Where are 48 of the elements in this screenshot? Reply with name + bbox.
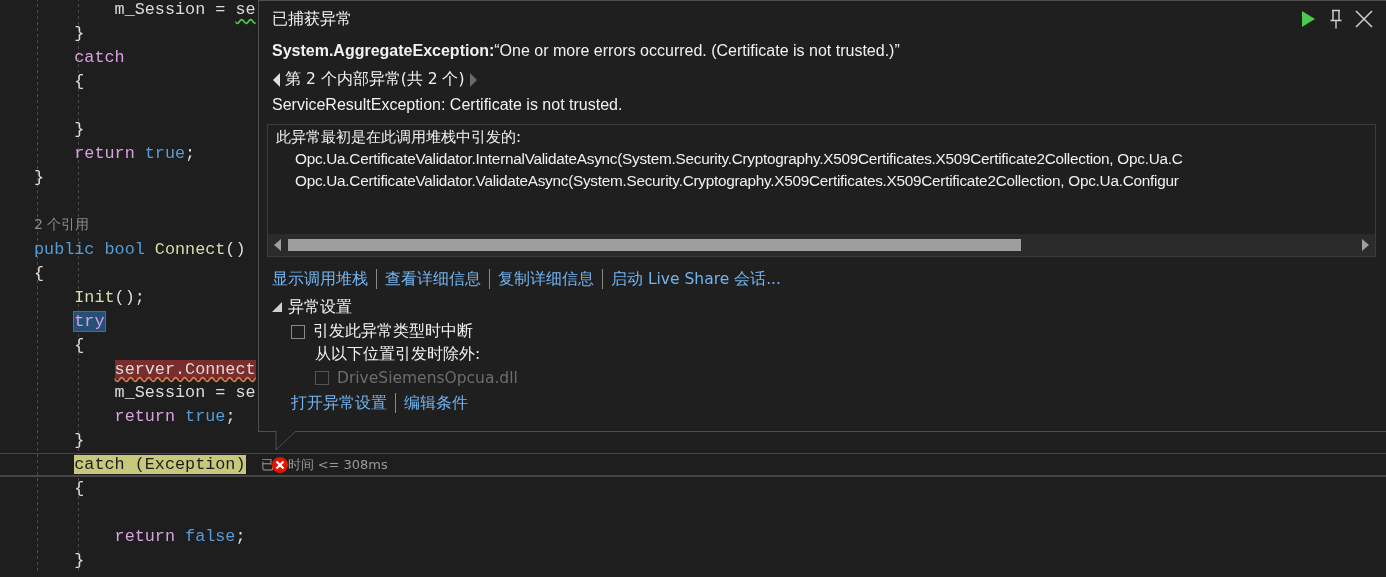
code-line: } bbox=[73, 551, 85, 571]
play-icon bbox=[1300, 10, 1316, 28]
expanded-icon[interactable] bbox=[272, 302, 282, 312]
code-line: { bbox=[34, 263, 45, 283]
exception-label: 从以下位置引发时除外: bbox=[315, 344, 481, 365]
code-line: catch bbox=[73, 48, 125, 68]
right-arrow-icon bbox=[468, 72, 477, 87]
code-line: { bbox=[73, 335, 85, 355]
stack-frame[interactable]: Opc.Ua.CertificateValidator.InternalValidateAsync(System.Security.Cryptography.X509Certificates.X509Certificate2Collection, Opc.Ua.C bbox=[295, 150, 1183, 167]
code-line: public bool Connect() bbox=[34, 239, 246, 259]
inner-exception-label: 第 2 个内部异常(共 2 个) bbox=[285, 69, 465, 90]
close-icon bbox=[1355, 10, 1373, 28]
stack-header: 此异常最初是在此调用堆栈中引发的: bbox=[276, 127, 523, 148]
code-line: { bbox=[73, 479, 85, 499]
reference-count[interactable]: 2 个引用 bbox=[34, 216, 90, 235]
code-line: m_Session = se bbox=[113, 383, 256, 403]
checkbox-label: DriveSiemensOpcua.dll bbox=[337, 368, 518, 387]
perf-tip: 时间 <= 308ms bbox=[287, 455, 388, 474]
stack-frame[interactable]: Opc.Ua.CertificateValidator.ValidateAsync(System.Security.Cryptography.X509Certificates.X509Certificate2Collection, Opc.Ua.Configur bbox=[295, 172, 1179, 189]
code-line: { bbox=[73, 72, 85, 92]
code-line: } bbox=[73, 120, 85, 140]
code-line: m_Session = se bbox=[113, 0, 256, 20]
code-line: return false; bbox=[113, 527, 246, 547]
checkbox[interactable] bbox=[291, 324, 305, 339]
inner-exception-message: ServiceResultException: Certificate is not trusted. bbox=[272, 95, 624, 115]
code-line: return true; bbox=[113, 407, 236, 427]
action-link[interactable]: 启动 Live Share 会话... bbox=[611, 268, 781, 290]
action-link[interactable]: 复制详细信息 bbox=[498, 268, 594, 290]
pin-icon bbox=[1329, 9, 1343, 29]
action-link[interactable]: 打开异常设置 bbox=[291, 392, 387, 414]
scroll-thumb[interactable] bbox=[288, 239, 1021, 251]
action-link[interactable]: 显示调用堆栈 bbox=[272, 268, 368, 290]
scroll-left-icon[interactable] bbox=[274, 239, 282, 251]
section-title: 异常设置 bbox=[288, 296, 352, 318]
code-line: return true; bbox=[73, 144, 196, 164]
code-line: } bbox=[73, 431, 85, 451]
scroll-right-icon[interactable] bbox=[1361, 239, 1369, 251]
action-link[interactable]: 查看详细信息 bbox=[385, 268, 481, 290]
exception-message: System.AggregateException:“One or more errors occurred. (Certificate is not trusted.)” bbox=[272, 41, 901, 61]
code-line: Init(); bbox=[73, 287, 145, 307]
code-line: } bbox=[73, 24, 85, 44]
action-link[interactable]: 编辑条件 bbox=[404, 392, 468, 414]
left-arrow-icon bbox=[273, 72, 281, 87]
popup-title: 已捕获异常 bbox=[272, 8, 353, 30]
perf-tip: 已 bbox=[260, 455, 274, 474]
scrollbar[interactable] bbox=[268, 234, 1375, 256]
code-line: } bbox=[34, 168, 45, 188]
checkbox-label: 引发此异常类型时中断 bbox=[313, 321, 473, 342]
